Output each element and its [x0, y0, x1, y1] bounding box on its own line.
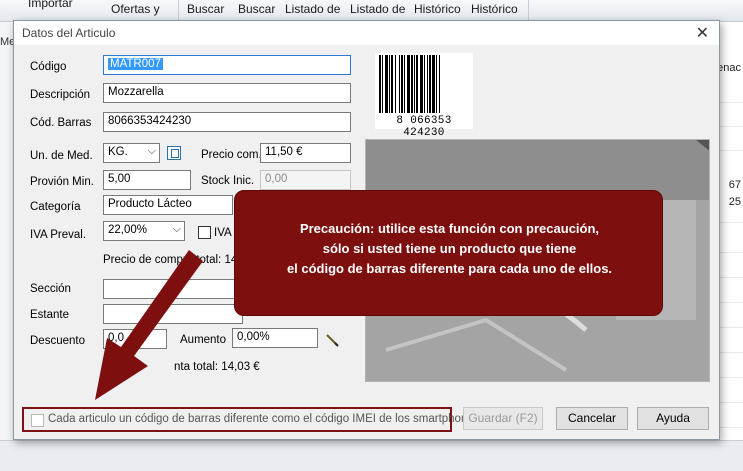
cod-barras-input[interactable]: 8066353424230 [103, 112, 351, 132]
barcode-bar [391, 55, 393, 113]
barcode-bar [436, 55, 437, 113]
ribbon-item-buscar-1[interactable]: Buscar [187, 2, 224, 16]
chevron-down-icon: ⌵ [172, 223, 181, 235]
right-data-grid: enac 67 25 [717, 22, 743, 471]
aumento-input[interactable]: 0,00% [232, 328, 318, 348]
descripcion-label: Descripción [30, 89, 91, 101]
close-icon[interactable]: ✕ [696, 23, 709, 43]
ribbon-item-importar[interactable]: Importar [28, 0, 73, 10]
grid-value: 25 [728, 196, 741, 208]
precio-compra-total: Precio de compra total: 14, [103, 254, 241, 266]
seccion-input[interactable] [103, 279, 243, 299]
ribbon-item-listado-2[interactable]: Listado de [350, 2, 405, 16]
barcode-bar [404, 55, 405, 113]
barcode-bar [439, 55, 440, 113]
callout-line: sólo si usted tiene un producto que tien… [322, 241, 577, 256]
barcode-bar [416, 55, 418, 113]
barcode-bar [427, 55, 428, 113]
callout-line: Precaución: utilice esta función con pre… [299, 221, 600, 236]
categoria-label: Categoría [30, 201, 81, 213]
grid-header: enac [717, 62, 741, 74]
barcode-image: 8 066353 424230 [375, 53, 473, 139]
iva-check-label: IVA [214, 227, 232, 239]
barcode-bar [414, 55, 415, 113]
estante-input[interactable] [103, 304, 243, 324]
precio-com-label: Precio com. [201, 149, 262, 161]
un-med-select[interactable]: KG. ⌵ [103, 143, 160, 163]
pencil-icon[interactable] [325, 333, 339, 347]
precio-venta-prefix: Pre [103, 361, 121, 373]
precio-com-input[interactable]: 11,50 € [260, 143, 351, 163]
barcode-bar [395, 55, 396, 113]
chevron-down-icon: ⌵ [147, 145, 156, 157]
cancelar-button[interactable]: Cancelar [556, 407, 628, 430]
imei-checkbox[interactable] [31, 414, 44, 427]
codigo-label: Código [30, 61, 67, 73]
estante-label: Estante [30, 309, 69, 321]
codigo-input[interactable]: MATR007 [103, 55, 351, 75]
barcode-number: 8 066353 424230 [396, 115, 452, 139]
barcode-bar [389, 55, 390, 113]
guardar-button[interactable]: Guardar (F2) [463, 407, 543, 430]
ayuda-button[interactable]: Ayuda [637, 407, 709, 430]
dialog-titlebar: Datos del Articulo ✕ [14, 21, 719, 45]
seccion-label: Sección [30, 283, 71, 295]
barcode-bar [432, 55, 435, 113]
iva-preval-label: IVA Preval. [30, 229, 87, 241]
dialog-title: Datos del Articulo [22, 26, 116, 40]
barcode-bar [401, 55, 403, 113]
ribbon-item-buscar-2[interactable]: Buscar [238, 2, 275, 16]
iva-preval-value: 22,00% [108, 224, 148, 236]
calculator-icon[interactable] [167, 146, 181, 160]
barcode-bar [379, 55, 381, 113]
imei-checkbox-label: Cada articulo un código de barras difere… [48, 413, 480, 425]
precio-venta-total: nta total: 14,03 € [174, 361, 260, 373]
ribbon-item-listado-1[interactable]: Listado de [285, 2, 340, 16]
barcode-bar [407, 55, 410, 113]
ribbon-item-historico-1[interactable]: Histórico [414, 2, 461, 16]
barcode-bar [420, 55, 423, 113]
barcode-bar [429, 55, 431, 113]
barcode-bar [411, 55, 413, 113]
barcode-bar [385, 55, 388, 113]
iva-preval-select[interactable]: 22,00% ⌵ [103, 221, 185, 241]
imei-checkbox-row: Cada articulo un código de barras difere… [22, 407, 480, 432]
ribbon: Importar Ofertas y Buscar Buscar Listado… [0, 0, 743, 22]
descripcion-input[interactable]: Mozzarella [103, 83, 351, 103]
barcode-bar [382, 55, 383, 113]
categoria-input[interactable]: Producto Lácteo [103, 195, 233, 215]
stock-inic-input: 0,00 [260, 170, 351, 190]
cod-barras-label: Cód. Barras [30, 117, 92, 129]
un-med-value: KG. [108, 146, 128, 158]
aumento-label: Aumento [180, 334, 227, 346]
descuento-label: Descuento [30, 335, 85, 347]
provision-min-input[interactable]: 5,00 [103, 170, 191, 190]
barcode-bar [399, 55, 400, 113]
status-strip [0, 440, 743, 471]
callout-line: el código de barras diferente para cada … [286, 261, 613, 276]
ribbon-item-historico-2[interactable]: Histórico [471, 2, 518, 16]
un-med-label: Un. de Med. [30, 150, 93, 162]
provision-min-label: Provión Min. [30, 176, 94, 188]
grid-value: 67 [728, 179, 741, 191]
iva-checkbox[interactable] [198, 226, 211, 239]
warning-callout: Precaución: utilice esta función con pre… [234, 190, 663, 316]
ribbon-item-ofertas[interactable]: Ofertas y [111, 2, 160, 16]
stock-inic-label: Stock Inic. [201, 175, 255, 187]
barcode-bar [424, 55, 425, 113]
descuento-input[interactable]: 0,0 [103, 329, 167, 349]
